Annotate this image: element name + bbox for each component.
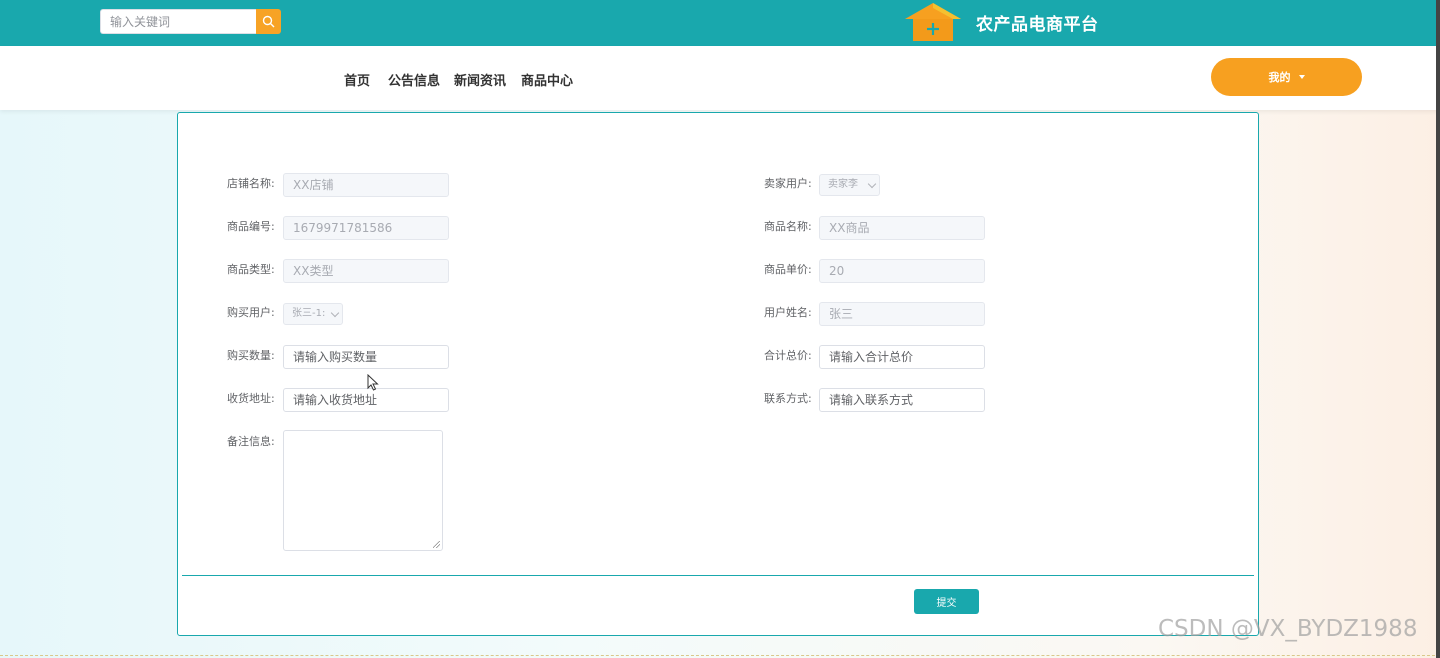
my-account-dropdown[interactable]: 我的 (1211, 58, 1362, 96)
seller-user-label: 卖家用户: (764, 177, 812, 190)
window-edge (1436, 0, 1440, 658)
submit-button[interactable]: 提交 (914, 589, 979, 614)
shop-name-field: XX店铺 (283, 173, 449, 197)
nav-item-notices[interactable]: 公告信息 (388, 70, 440, 89)
remark-label: 备注信息: (227, 435, 275, 448)
watermark: CSDN @VX_BYDZ1988 (1158, 616, 1418, 642)
chevron-down-icon (330, 308, 340, 318)
top-bar: 农产品电商平台 (0, 0, 1440, 46)
search-input[interactable] (100, 9, 256, 34)
search-button[interactable] (256, 9, 281, 34)
buyer-user-value: 张三-1: (292, 308, 326, 319)
form-divider (182, 575, 1254, 576)
search-icon (262, 15, 275, 28)
shop-name-label: 店铺名称: (227, 177, 275, 190)
total-price-input[interactable]: 请输入合计总价 (819, 345, 985, 369)
user-name-label: 用户姓名: (764, 306, 812, 319)
quantity-input[interactable]: 请输入购买数量 (283, 345, 449, 369)
chevron-down-icon (867, 179, 877, 189)
buyer-user-label: 购买用户: (227, 306, 275, 319)
buyer-user-select: 张三-1: (283, 303, 343, 325)
order-form-card: 店铺名称: XX店铺 卖家用户: 卖家李 商品编号: 1679971781586… (177, 112, 1259, 636)
bottom-border (0, 655, 1440, 656)
search-box (100, 9, 281, 34)
goods-name-label: 商品名称: (764, 220, 812, 233)
nav-bar: 首页 公告信息 新闻资讯 商品中心 我的 (0, 46, 1440, 110)
seller-user-value: 卖家李 (828, 179, 858, 190)
unit-price-label: 商品单价: (764, 263, 812, 276)
contact-label: 联系方式: (764, 392, 812, 405)
contact-input[interactable]: 请输入联系方式 (819, 388, 985, 412)
logo-house-icon (905, 3, 961, 41)
remark-textarea[interactable] (283, 430, 443, 551)
goods-no-label: 商品编号: (227, 220, 275, 233)
goods-type-label: 商品类型: (227, 263, 275, 276)
nav-item-goods-center[interactable]: 商品中心 (521, 70, 573, 89)
goods-name-field: XX商品 (819, 216, 985, 240)
address-label: 收货地址: (227, 392, 275, 405)
my-account-label: 我的 (1268, 71, 1291, 84)
seller-user-select: 卖家李 (819, 174, 880, 196)
goods-type-field: XX类型 (283, 259, 449, 283)
unit-price-field: 20 (819, 259, 985, 283)
total-price-label: 合计总价: (764, 349, 812, 362)
address-input[interactable]: 请输入收货地址 (283, 388, 449, 412)
site-title: 农产品电商平台 (976, 15, 1099, 35)
goods-no-field: 1679971781586 (283, 216, 449, 240)
quantity-label: 购买数量: (227, 349, 275, 362)
nav-item-news[interactable]: 新闻资讯 (454, 70, 506, 89)
nav-item-home[interactable]: 首页 (344, 70, 370, 89)
resize-handle-icon[interactable] (433, 541, 440, 548)
caret-down-icon (1298, 75, 1305, 79)
user-name-field: 张三 (819, 302, 985, 326)
mouse-cursor-icon (367, 374, 379, 391)
